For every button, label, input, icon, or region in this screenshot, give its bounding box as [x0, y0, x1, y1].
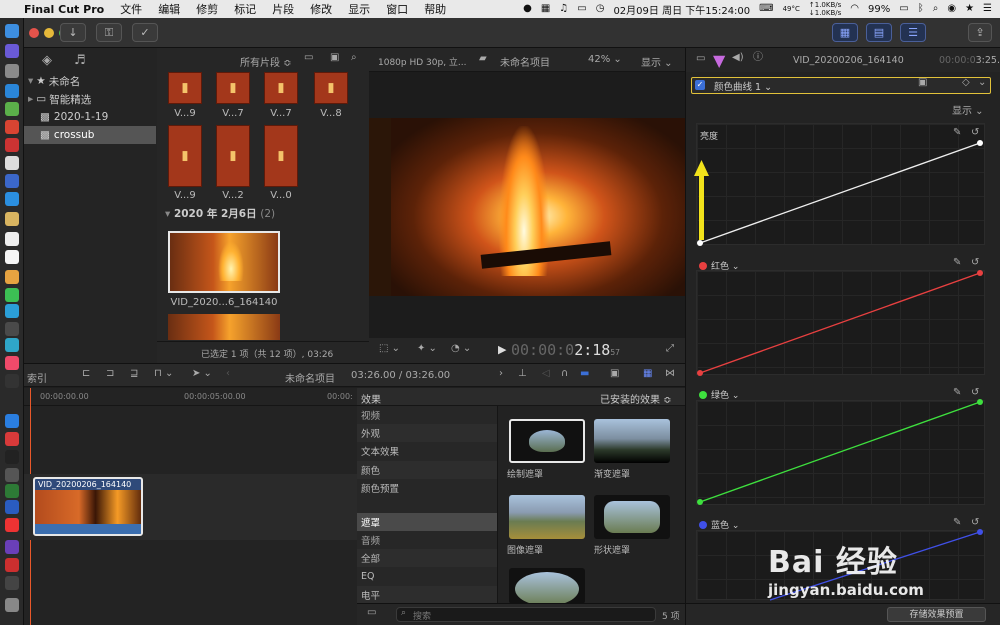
- baidu-url: jingyan.baidu.com: [768, 581, 924, 599]
- audio-skimming-icon[interactable]: ◁: [542, 369, 550, 379]
- category-all[interactable]: 全部: [357, 549, 497, 567]
- effects-search-placeholder: 搜索: [413, 612, 432, 622]
- green-point-low[interactable]: [697, 499, 703, 505]
- yellow-arrow-annotation: [694, 160, 709, 240]
- timeline-clip[interactable]: VID_20200206_164140: [33, 477, 143, 536]
- green-point-high[interactable]: [977, 399, 983, 405]
- clip-filmstrip: [35, 490, 141, 524]
- save-effect-preset-button[interactable]: 存储效果预置: [887, 607, 986, 622]
- search-field-icon: ⌕: [401, 608, 407, 618]
- red-point-low[interactable]: [697, 370, 703, 376]
- luma-point-high[interactable]: [977, 140, 983, 146]
- timeline-duration: 03:26.00 / 03:26.00: [351, 370, 451, 381]
- effects-search-field[interactable]: ⌕ 搜索: [396, 607, 656, 622]
- category-audio[interactable]: 音频: [357, 531, 497, 549]
- ruler-tick-label: 00:00:00.00: [40, 392, 89, 401]
- headphones-icon[interactable]: ∩: [561, 369, 568, 379]
- timeline-toolbar: 索引 ⊏ ⊐ ⊒ ⊓ ⌄ ➤ ⌄ ‹ 未命名项目 03:26.00 / 03:2…: [24, 363, 685, 387]
- vignette-preview: [515, 572, 579, 604]
- index-button[interactable]: 索引: [27, 370, 47, 385]
- transitions-browser-icon[interactable]: ⋈: [665, 369, 675, 379]
- ruler-tick-label: 00:00:05:00.00: [184, 392, 246, 401]
- effects-browser: 效果 已安装的效果 ≎ 视频 外观 文本效果 颜色 颜色预置 遮罩 音频 全部 …: [357, 388, 685, 625]
- snapping-icon[interactable]: ▬: [580, 369, 589, 379]
- category-text-effects[interactable]: 文本效果: [357, 442, 497, 460]
- timeline-clip-name: VID_20200206_164140: [38, 480, 132, 489]
- timeline: 00:00:00.00 00:00:05:00.00 00:00: VID_20…: [24, 388, 357, 625]
- effect-label: 渐变遮罩: [594, 470, 631, 480]
- baidu-logo: Bai 经验: [768, 545, 898, 580]
- insert-clip-icon[interactable]: ⊐: [106, 369, 114, 379]
- shape-mask-preview: [604, 501, 660, 533]
- effect-label: 绘制遮罩: [507, 470, 544, 480]
- draw-mask-preview: [529, 430, 565, 452]
- select-tool-icon[interactable]: ➤ ⌄: [192, 369, 212, 379]
- category-masks[interactable]: 遮罩: [357, 513, 497, 531]
- overwrite-clip-icon[interactable]: ⊓ ⌄: [154, 369, 173, 379]
- skimming-icon[interactable]: ⊥: [518, 369, 527, 379]
- green-curve[interactable]: [699, 401, 981, 503]
- connect-clip-icon[interactable]: ⊏: [82, 369, 90, 379]
- luma-curve[interactable]: [699, 142, 981, 244]
- sidebar-toggle-icon[interactable]: ▭: [367, 608, 376, 618]
- effect-label: 形状遮罩: [594, 546, 631, 556]
- effects-footer: ▭ ⌕ 搜索 5 项: [357, 603, 685, 625]
- luma-point-low[interactable]: [697, 240, 703, 246]
- effect-tile-shape-mask[interactable]: [594, 495, 670, 539]
- installed-effects-dropdown[interactable]: 已安装的效果 ≎: [600, 391, 672, 406]
- effect-tile-draw-mask[interactable]: [509, 419, 585, 463]
- inspector-footer: 存储效果预置: [686, 603, 1000, 625]
- ruler-tick-label: 00:00:: [327, 392, 353, 401]
- effects-header: 效果 已安装的效果 ≎: [357, 388, 685, 406]
- forward-icon[interactable]: ›: [499, 369, 503, 379]
- effects-count: 5 项: [662, 612, 680, 622]
- timeline-project-name: 未命名项目: [285, 374, 335, 385]
- red-curve[interactable]: [699, 272, 981, 374]
- effects-browser-icon[interactable]: ▦: [643, 369, 652, 379]
- timeline-ruler: 00:00:00.00 00:00:05:00.00 00:00:: [24, 388, 357, 406]
- red-point-high[interactable]: [977, 270, 983, 276]
- append-clip-icon[interactable]: ⊒: [130, 369, 138, 379]
- effect-tile-image-mask[interactable]: [509, 495, 585, 539]
- category-looks[interactable]: 外观: [357, 424, 497, 442]
- clip-appearance-timeline-icon[interactable]: ▣: [610, 369, 619, 379]
- effects-categories: 视频 外观 文本效果 颜色 颜色预置 遮罩 音频 全部 EQ 电平 调制: [357, 406, 498, 620]
- category-eq[interactable]: EQ: [357, 567, 497, 585]
- effects-title: 效果: [361, 395, 381, 406]
- blue-point-high[interactable]: [977, 529, 983, 535]
- category-levels[interactable]: 电平: [357, 586, 497, 604]
- back-icon[interactable]: ‹: [226, 369, 230, 379]
- effect-tile-gradient-mask[interactable]: [594, 419, 670, 463]
- effect-tile-vignette-mask[interactable]: [509, 568, 585, 604]
- baidu-watermark: Bai 经验 jingyan.baidu.com: [768, 537, 968, 603]
- category-color[interactable]: 颜色: [357, 461, 497, 479]
- category-color-presets[interactable]: 颜色预置: [357, 479, 497, 497]
- category-video[interactable]: 视频: [357, 406, 497, 424]
- clip-audio-waveform: [35, 524, 141, 534]
- effect-label: 图像遮罩: [507, 546, 544, 556]
